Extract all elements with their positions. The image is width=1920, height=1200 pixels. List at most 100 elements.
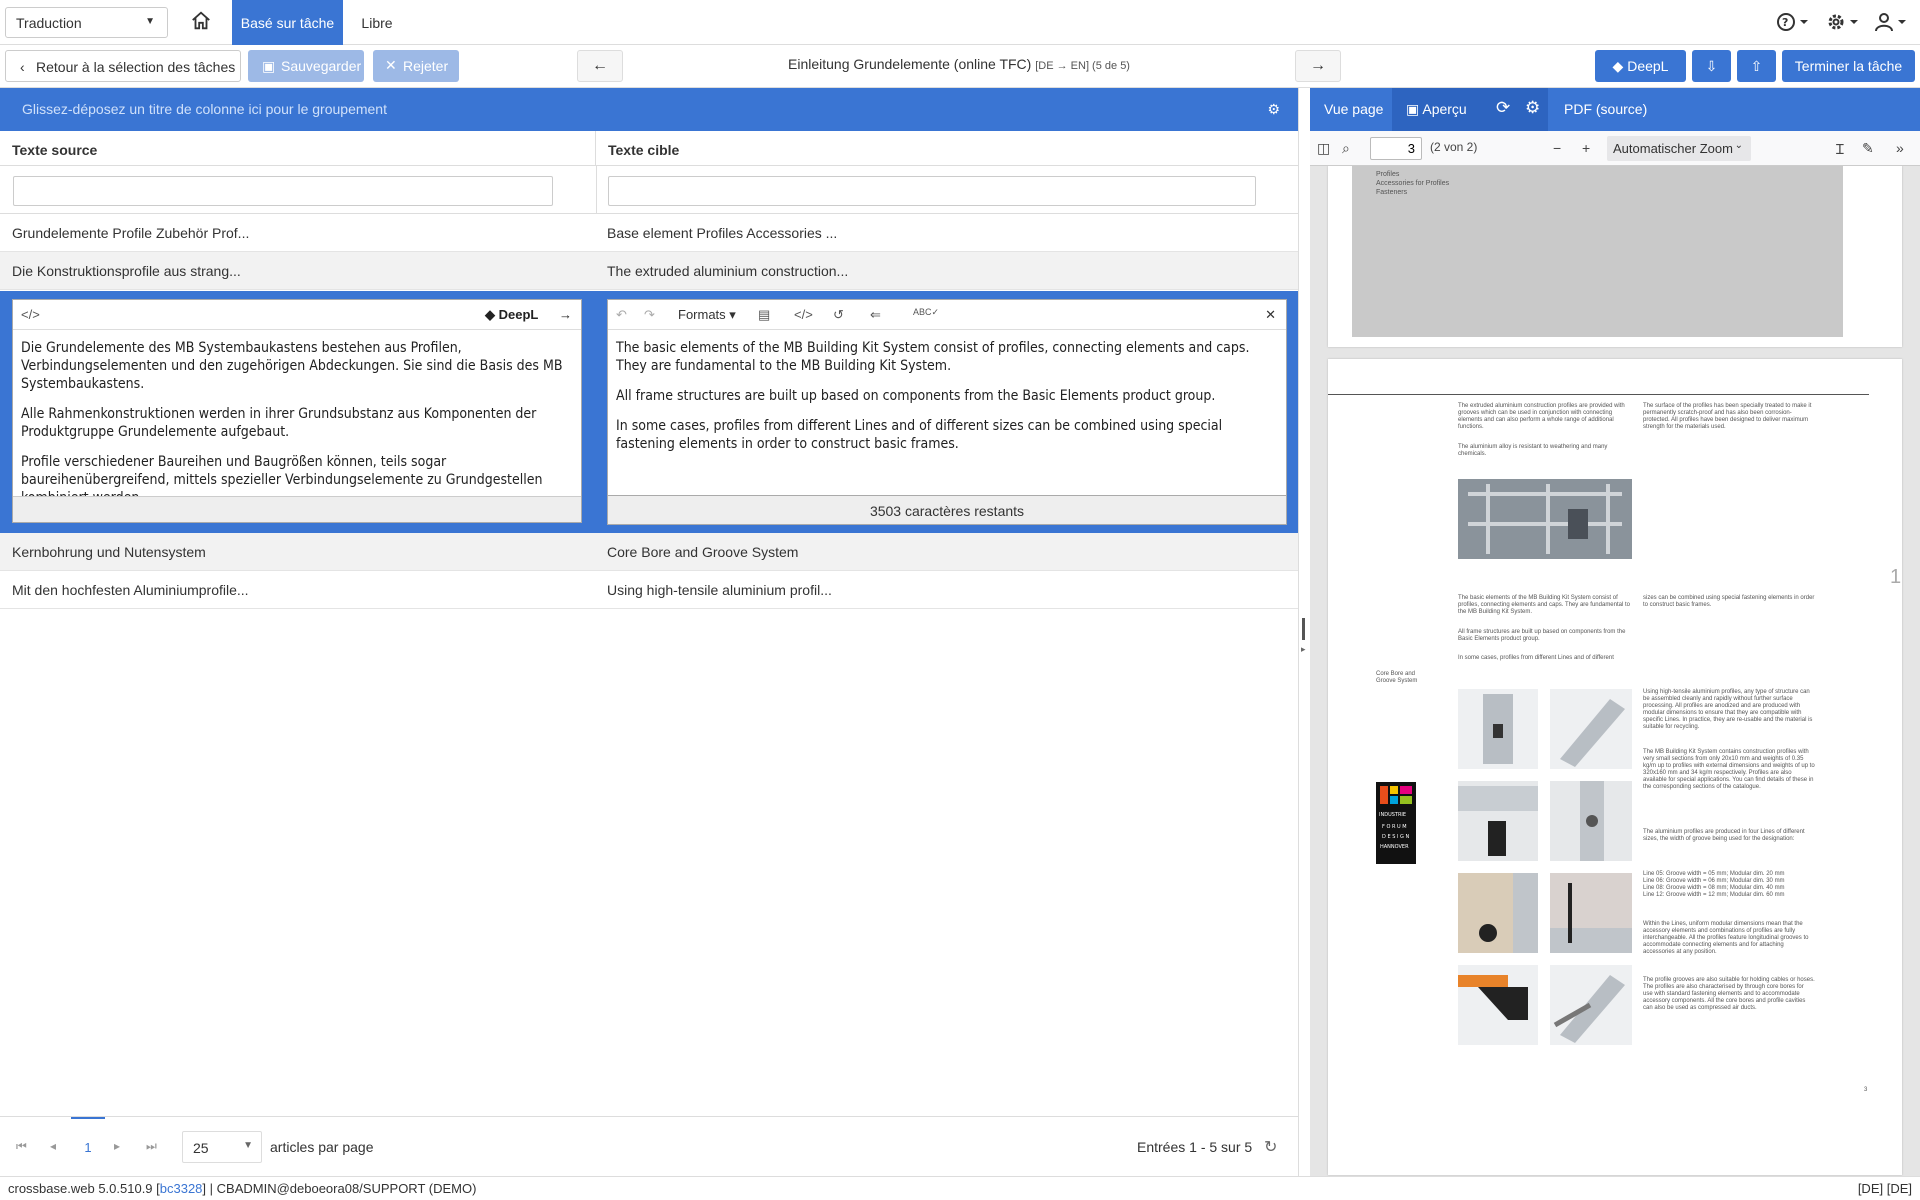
copy-source-icon[interactable]: ⇐: [870, 307, 881, 323]
undo-icon[interactable]: ↶: [616, 307, 627, 323]
mode-select-value: Traduction: [16, 15, 82, 31]
next-task-button[interactable]: →: [1295, 50, 1341, 82]
home-icon[interactable]: [190, 10, 216, 36]
user-icon[interactable]: [1874, 11, 1908, 35]
arrow-right-icon[interactable]: →: [559, 307, 572, 322]
column-header-target[interactable]: Texte cible: [596, 131, 1298, 166]
code-icon[interactable]: </>: [21, 307, 40, 322]
machine-frame-image: [1458, 479, 1632, 559]
chevron-left-icon: ‹: [20, 59, 25, 75]
tab-preview-label: Aperçu: [1422, 101, 1467, 117]
search-icon[interactable]: ⌕: [1342, 140, 1350, 157]
pdf-viewer[interactable]: Profiles Accessories for Profiles Fasten…: [1310, 166, 1920, 1176]
formats-label: Formats: [678, 307, 726, 322]
source-cell: Die Konstruktionsprofile aus strang...: [12, 263, 241, 279]
zoom-select[interactable]: Automatischer Zoom ⌄: [1607, 136, 1751, 161]
reject-button[interactable]: ✕ Rejeter: [373, 50, 459, 82]
pdf-page-number: 3: [1864, 1087, 1868, 1093]
segment-grid: Texte source Texte cible Grundelemente P…: [0, 131, 1298, 1116]
upload-button[interactable]: ⇧: [1737, 50, 1776, 82]
arrow-left-icon: ←: [592, 57, 608, 74]
help-icon[interactable]: ?: [1776, 11, 1810, 35]
next-page-icon[interactable]: ▸: [114, 1139, 120, 1153]
target-cell: Using high-tensile aluminium profil...: [607, 582, 832, 598]
finish-task-button[interactable]: Terminer la tâche: [1782, 50, 1915, 82]
tab-free[interactable]: Libre: [352, 0, 402, 45]
table-row[interactable]: Die Konstruktionsprofile aus strang... T…: [0, 252, 1298, 290]
column-settings-icon[interactable]: ⚙: [1267, 101, 1280, 118]
page-number-input[interactable]: [1370, 137, 1422, 160]
page-line: Accessories for Profiles: [1376, 180, 1450, 187]
status-language: [DE] [DE]: [1857, 1181, 1912, 1196]
last-page-icon[interactable]: ⏭: [146, 1139, 157, 1154]
pdf-text: The MB Building Kit System contains cons…: [1643, 749, 1815, 790]
profile-image: [1550, 689, 1632, 769]
target-editor[interactable]: ↶ ↷ Formats ▾ ▤ </> ↺ ⇐ ABC✓ ✕ The basic…: [607, 299, 1287, 497]
formats-dropdown[interactable]: Formats ▾: [678, 307, 736, 323]
svg-text:D E S I G N: D E S I G N: [1382, 834, 1409, 840]
tab-page-view[interactable]: Vue page: [1324, 101, 1383, 117]
entries-info: Entrées 1 - 5 sur 5: [1137, 1139, 1253, 1155]
target-filter-input[interactable]: [608, 176, 1256, 206]
document-title-text: Einleitung Grundelemente (online TFC): [788, 56, 1032, 72]
target-text[interactable]: The basic elements of the MB Building Ki…: [608, 330, 1286, 474]
save-button[interactable]: ▣ Sauvegarder: [248, 50, 364, 82]
profile-image: [1550, 873, 1632, 953]
download-button[interactable]: ⇩: [1692, 50, 1731, 82]
gear-icon[interactable]: [1826, 11, 1860, 35]
chevron-right-icon[interactable]: ▸: [1301, 644, 1306, 655]
paste-icon[interactable]: ▤: [758, 307, 770, 323]
column-header-source[interactable]: Texte source: [0, 131, 596, 166]
group-drop-zone[interactable]: Glissez-déposez un titre de colonne ici …: [0, 88, 1298, 131]
table-row[interactable]: Mit den hochfesten Aluminiumprofile... U…: [0, 571, 1298, 609]
table-row[interactable]: Grundelemente Profile Zubehör Prof... Ba…: [0, 214, 1298, 252]
close-icon[interactable]: ✕: [1265, 307, 1276, 323]
refresh-icon[interactable]: ↻: [1264, 1137, 1277, 1157]
redo-icon[interactable]: ↷: [644, 307, 655, 323]
deepl-logo-icon: ◆: [1612, 58, 1624, 74]
pager: ⏮ ◂ 1 ▸ ⏭ 25 ▼ articles par page Entrées…: [0, 1116, 1298, 1176]
reject-label: Rejeter: [403, 58, 449, 74]
target-cell: The extruded aluminium construction...: [607, 263, 849, 279]
settings-icon[interactable]: ⚙: [1525, 98, 1540, 118]
pdf-text: The aluminium alloy is resistant to weat…: [1458, 444, 1608, 457]
zoom-out-icon[interactable]: −: [1553, 140, 1561, 156]
tab-preview[interactable]: ▣ Aperçu ⟳ ⚙: [1392, 88, 1548, 131]
tab-task-based[interactable]: Basé sur tâche: [232, 0, 343, 45]
more-tools-icon[interactable]: »: [1896, 140, 1904, 156]
target-cell: Core Bore and Groove System: [607, 544, 799, 560]
first-page-icon[interactable]: ⏮: [16, 1139, 27, 1154]
target-cell: Base element Profiles Accessories ...: [607, 225, 838, 241]
splitter-handle[interactable]: [1302, 618, 1305, 640]
page-heading-text: Profiles Accessories for Profiles Fasten…: [1376, 170, 1449, 197]
page-rule: [1328, 394, 1869, 395]
previous-task-button[interactable]: ←: [577, 50, 623, 82]
action-bar: ‹ Retour à la sélection des tâches ▣ Sau…: [0, 46, 1920, 88]
deepl-button[interactable]: ◆ DeepL: [1595, 50, 1686, 82]
page-button[interactable]: 1: [71, 1117, 105, 1175]
mode-select[interactable]: Traduction ▼: [5, 7, 168, 38]
source-filter-input[interactable]: [13, 176, 553, 206]
prev-page-icon[interactable]: ◂: [50, 1139, 56, 1153]
target-paragraph: The basic elements of the MB Building Ki…: [616, 340, 1250, 374]
target-paragraph: In some cases, profiles from different L…: [616, 418, 1223, 452]
code-icon[interactable]: </>: [794, 307, 813, 322]
tab-pdf-source[interactable]: PDF (source): [1564, 101, 1647, 117]
spellcheck-icon[interactable]: ABC✓: [913, 307, 939, 318]
page-line: Fasteners: [1376, 189, 1408, 196]
sidebar-toggle-icon[interactable]: ◫: [1317, 140, 1330, 157]
reset-icon[interactable]: ↺: [833, 307, 844, 323]
source-cell: Kernbohrung und Nutensystem: [12, 544, 206, 560]
deepl-label: DeepL: [1627, 58, 1669, 74]
back-label: Retour à la sélection des tâches: [36, 59, 236, 75]
table-row[interactable]: Kernbohrung und Nutensystem Core Bore an…: [0, 533, 1298, 571]
panel-splitter[interactable]: ▸: [1298, 88, 1310, 1176]
refresh-icon[interactable]: ⟳: [1496, 98, 1510, 118]
back-to-tasks-button[interactable]: ‹ Retour à la sélection des tâches: [5, 50, 241, 82]
zoom-in-icon[interactable]: +: [1582, 140, 1590, 156]
pen-icon[interactable]: ✎: [1862, 140, 1874, 157]
deepl-source-button[interactable]: ◆ DeepL: [485, 307, 538, 323]
text-select-icon[interactable]: Ɪ: [1836, 140, 1844, 159]
page-size-select[interactable]: 25 ▼: [182, 1131, 262, 1163]
build-link[interactable]: bc3328: [160, 1181, 203, 1196]
